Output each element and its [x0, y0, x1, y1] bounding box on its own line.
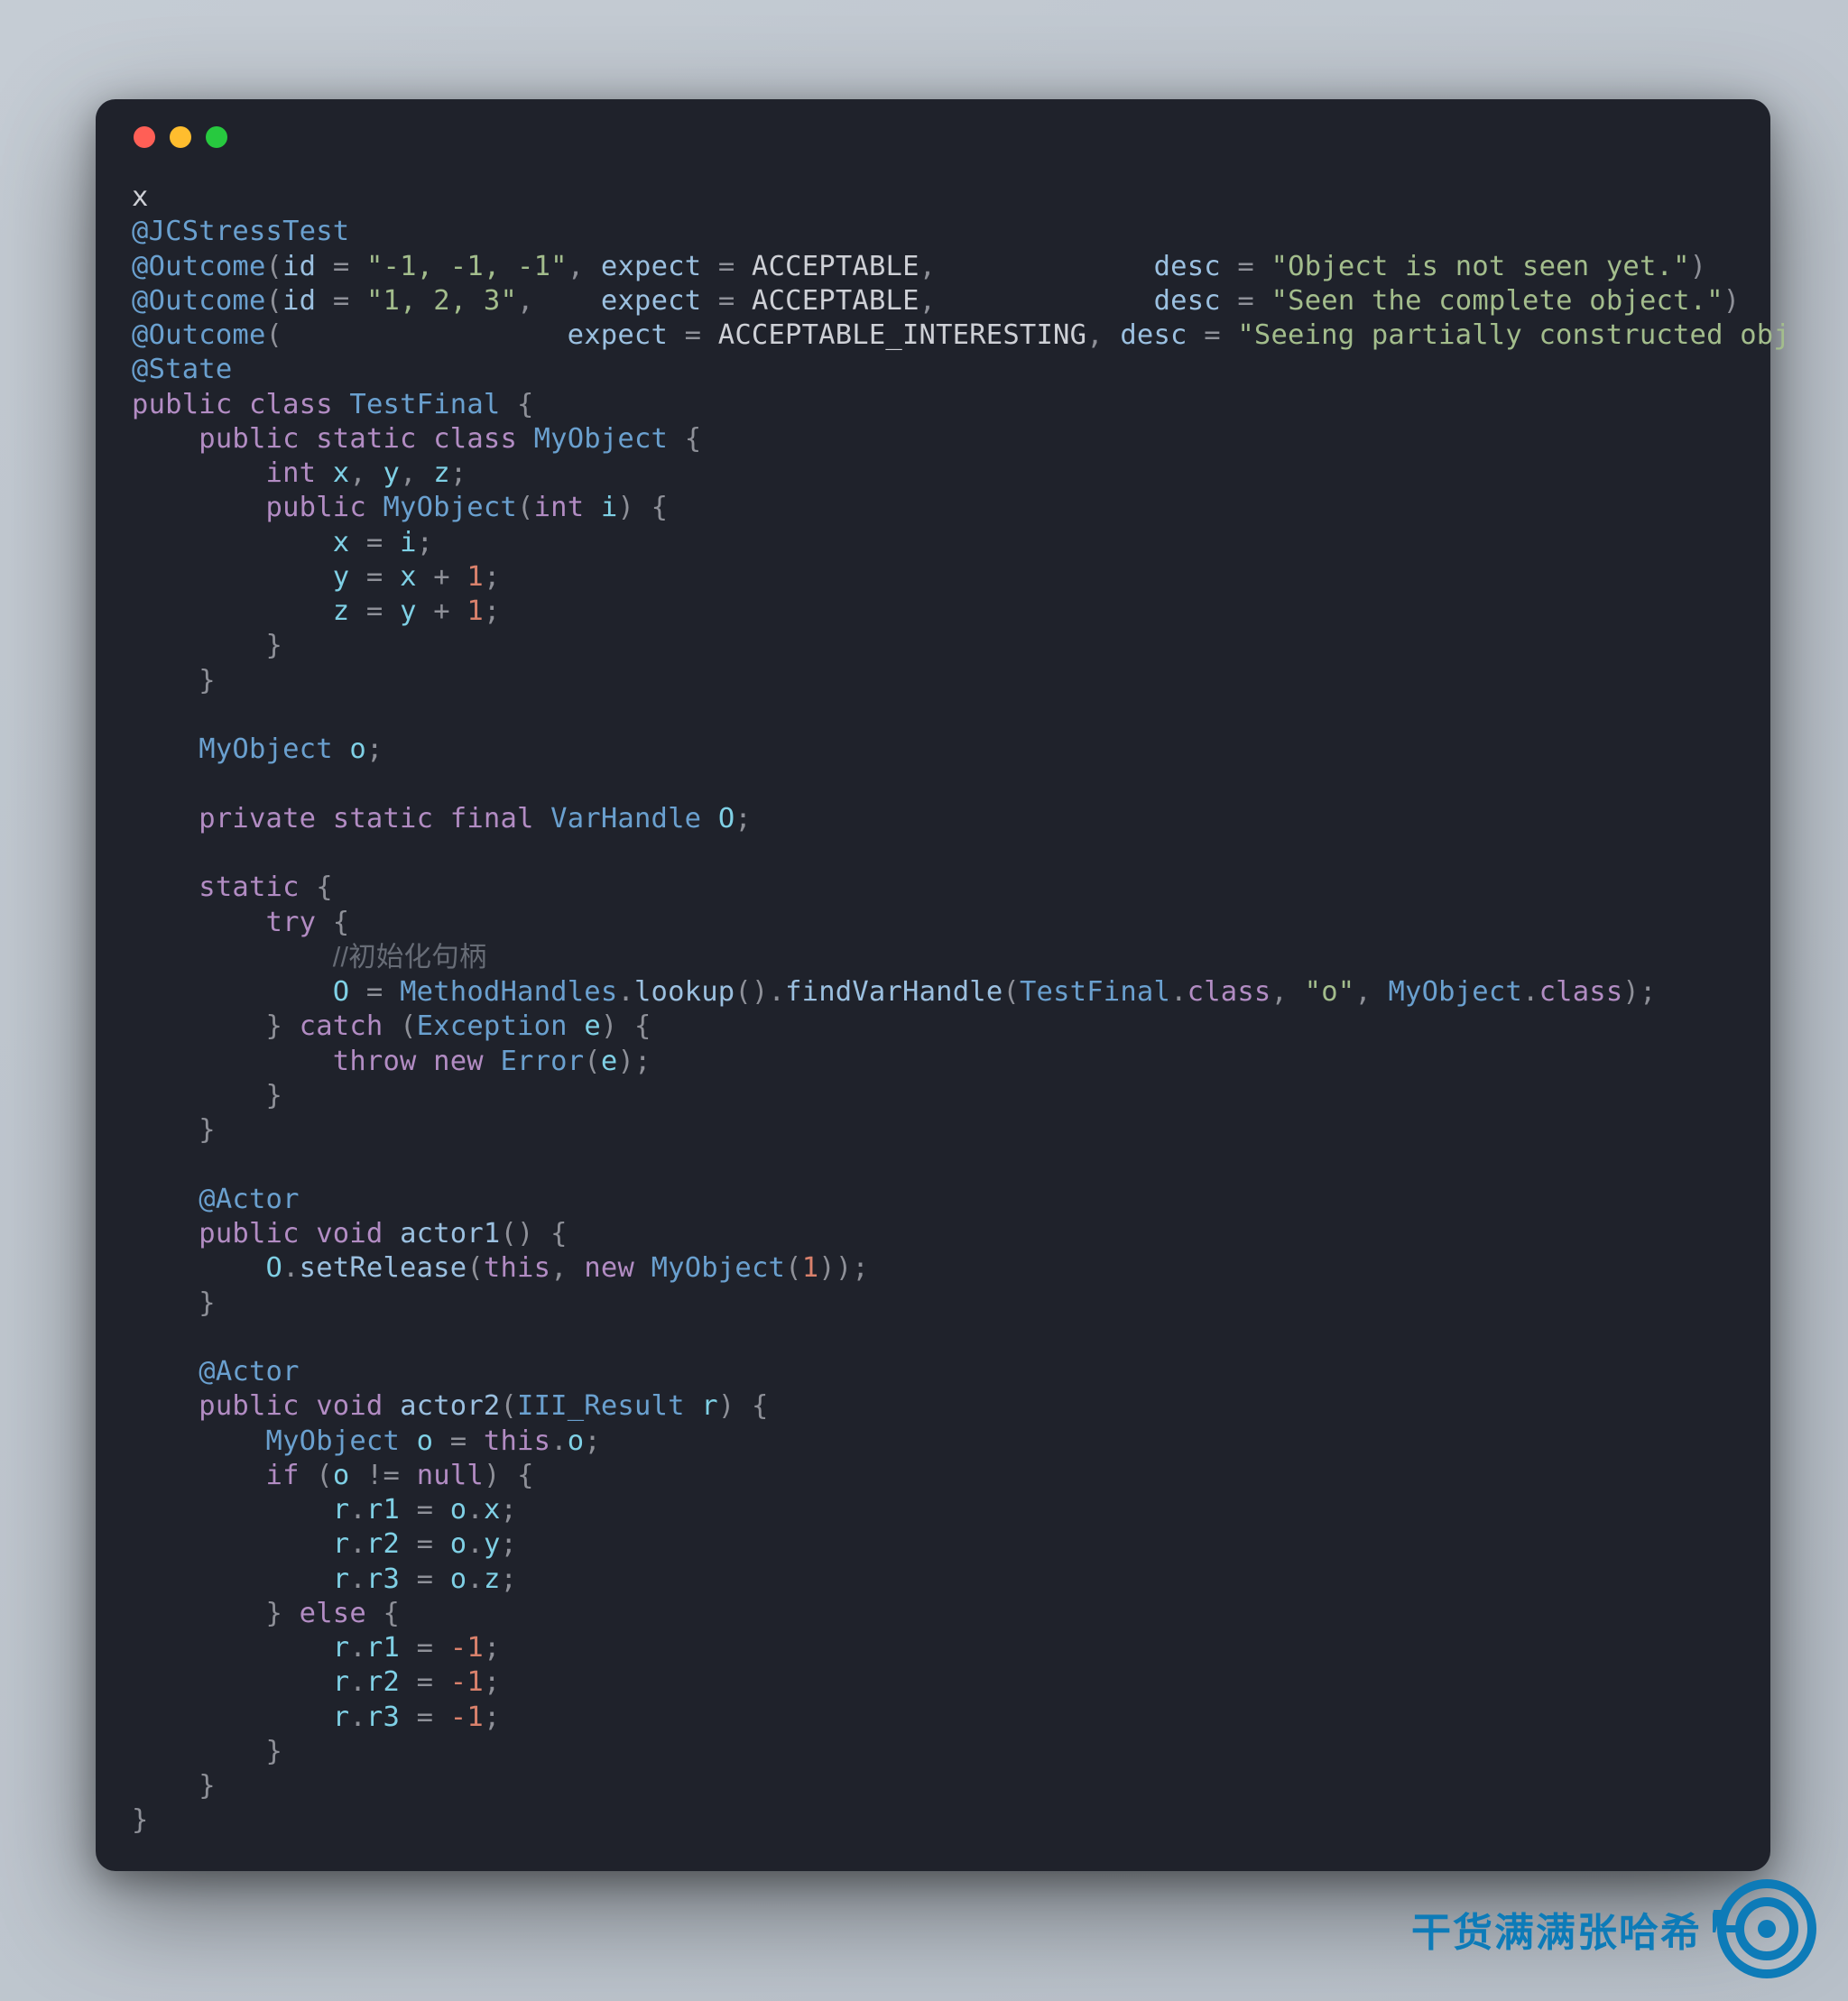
comment: //初始化句柄 [333, 942, 487, 973]
watermark-text: 干货满满张哈希 [1411, 1900, 1702, 1958]
annotation-actor: @Actor [199, 1184, 299, 1215]
watermark-logo-icon [1713, 1875, 1821, 1983]
zoom-icon[interactable] [206, 126, 227, 148]
annotation-jcstress: @JCStressTest [132, 216, 349, 247]
code-block: x @JCStressTest @Outcome(id = "-1, -1, -… [132, 180, 1734, 1839]
line-x: x [132, 181, 149, 213]
annotation-outcome: @Outcome [132, 251, 266, 282]
watermark: 干货满满张哈希 [1411, 1875, 1821, 1983]
code-window: x @JCStressTest @Outcome(id = "-1, -1, -… [96, 99, 1770, 1871]
minimize-icon[interactable] [170, 126, 191, 148]
annotation-outcome: @Outcome [132, 319, 266, 351]
annotation-actor: @Actor [199, 1356, 299, 1388]
annotation-state: @State [132, 354, 232, 385]
annotation-outcome: @Outcome [132, 285, 266, 317]
window-controls [134, 126, 1734, 148]
close-icon[interactable] [134, 126, 155, 148]
